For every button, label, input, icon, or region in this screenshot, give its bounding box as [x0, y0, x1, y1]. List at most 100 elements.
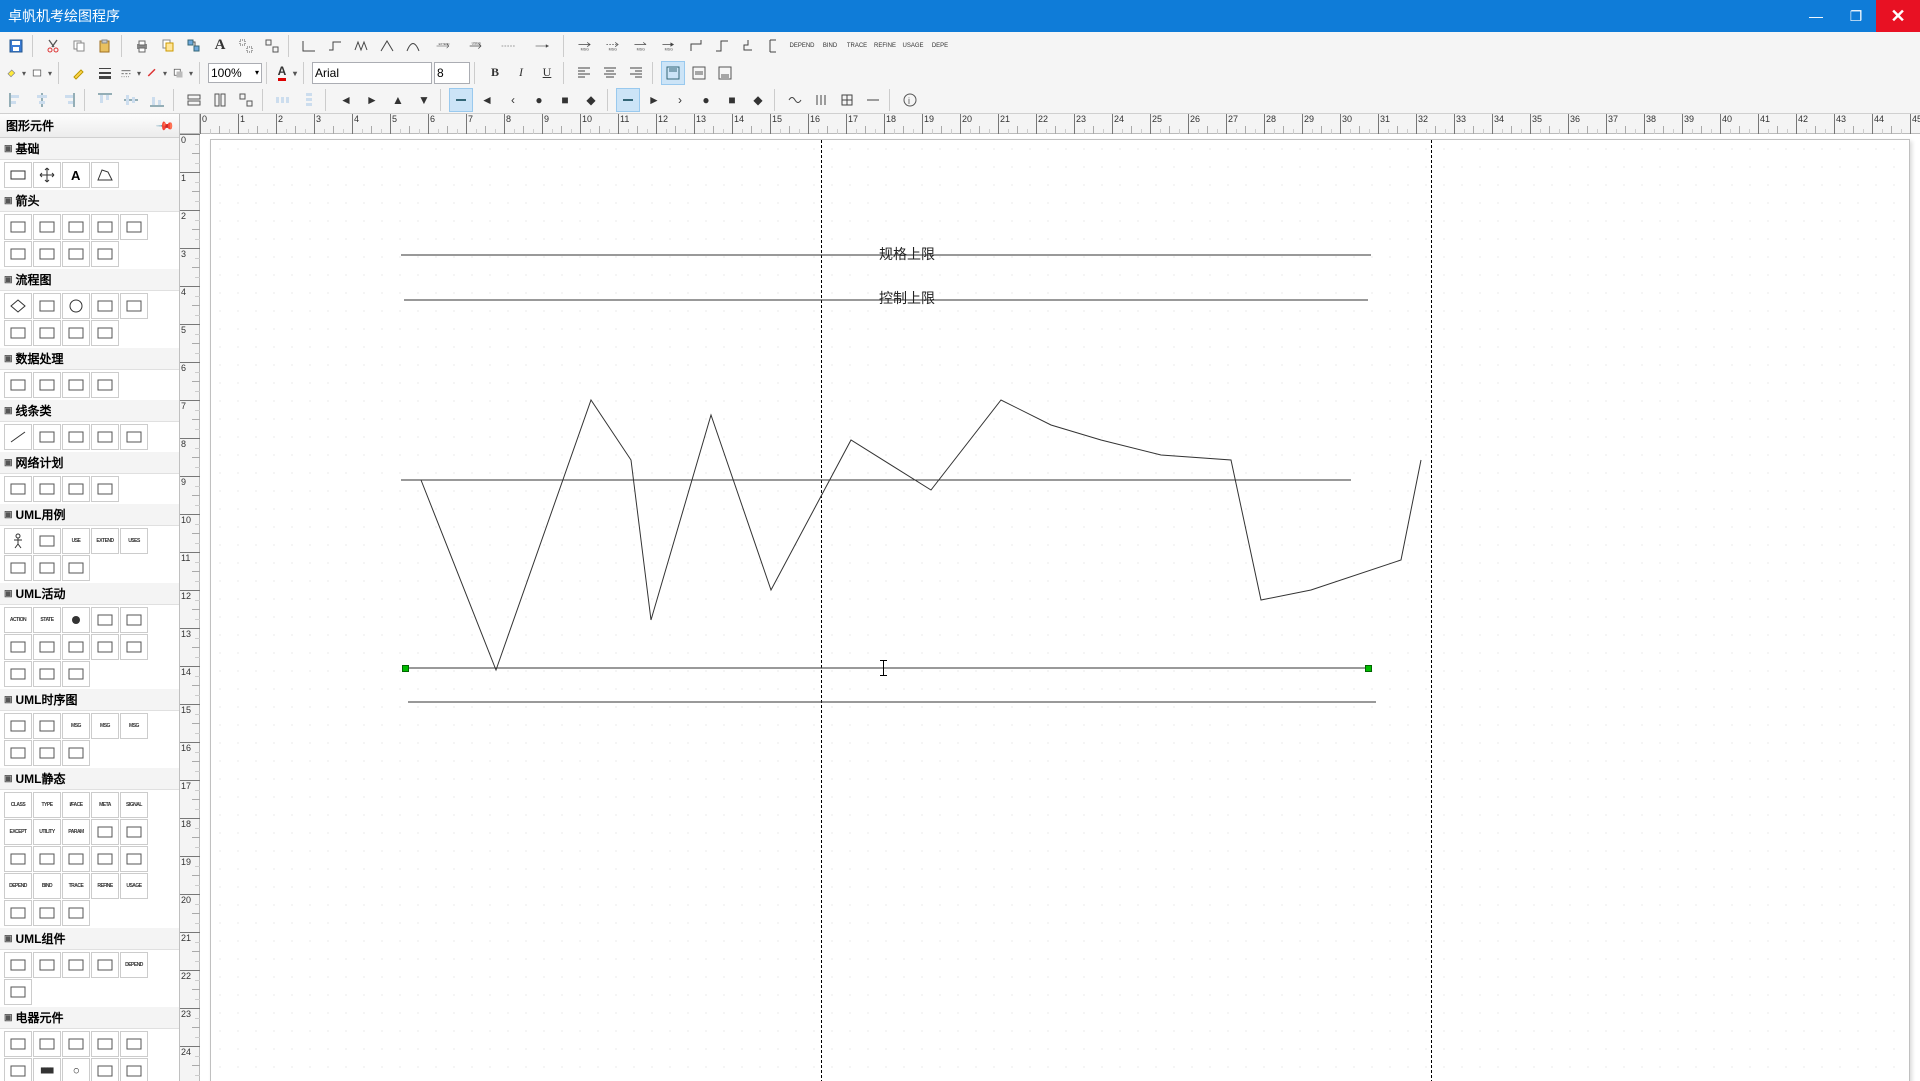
shape-d1[interactable] [91, 846, 119, 872]
shape-dep2[interactable]: DEPEND [120, 952, 148, 978]
shape-rect[interactable] [4, 162, 32, 188]
shape-gate[interactable] [91, 1031, 119, 1057]
bold-icon[interactable]: B [483, 61, 507, 85]
ungroup-icon[interactable] [260, 34, 284, 58]
dist-h-icon[interactable] [271, 88, 295, 112]
shadow-icon[interactable] [171, 61, 195, 85]
shape-grid3[interactable] [62, 476, 90, 502]
shape-arc[interactable] [91, 424, 119, 450]
line-step-icon[interactable] [323, 34, 347, 58]
same-size-icon[interactable] [234, 88, 258, 112]
shape-obj[interactable] [33, 713, 61, 739]
shape-ground[interactable] [120, 1058, 148, 1081]
sidebar-group-head[interactable]: UML静态 [0, 768, 179, 790]
shape-split[interactable] [120, 607, 148, 633]
shape-rect2[interactable] [33, 293, 61, 319]
highlighter-icon[interactable] [67, 61, 91, 85]
shape-text[interactable]: A [62, 162, 90, 188]
shape-db[interactable] [62, 320, 90, 346]
shape-extend[interactable]: EXTEND [91, 528, 119, 554]
shape-dia[interactable] [4, 661, 32, 687]
start-arrow-icon[interactable]: ◄ [475, 88, 499, 112]
obj-align-bot-icon[interactable] [145, 88, 169, 112]
shape-fuse[interactable]: ████ [33, 1058, 61, 1081]
underline-icon[interactable]: U [535, 61, 559, 85]
cut-icon[interactable] [41, 34, 65, 58]
sidebar-group-head[interactable]: UML用例 [0, 504, 179, 526]
save-icon[interactable] [4, 34, 28, 58]
duplicate-icon[interactable] [182, 34, 206, 58]
shape-style-icon[interactable] [30, 61, 54, 85]
shape-bent[interactable] [62, 846, 90, 872]
nudge-down-icon[interactable]: ▼ [412, 88, 436, 112]
connector-bars-icon[interactable] [809, 88, 833, 112]
obj-align-top-icon[interactable] [93, 88, 117, 112]
obj-align-left-icon[interactable] [4, 88, 28, 112]
shape-uses[interactable]: USES [120, 528, 148, 554]
line-zig-icon[interactable] [349, 34, 373, 58]
arr-msg1-icon[interactable]: MSG [572, 34, 598, 58]
arr-msg2-icon[interactable]: MSG [600, 34, 626, 58]
shape-join[interactable] [33, 661, 61, 687]
shape-arr-both[interactable] [91, 214, 119, 240]
shape-signal[interactable]: SIGNAL [120, 792, 148, 818]
line-arc-icon[interactable] [401, 34, 425, 58]
shape-dot[interactable] [62, 607, 90, 633]
shape-grid2[interactable] [33, 476, 61, 502]
fill-color-icon[interactable] [4, 61, 28, 85]
shape-except[interactable]: EXCEPT [4, 819, 32, 845]
dist-v-icon[interactable] [297, 88, 321, 112]
pin-icon[interactable]: 📌 [155, 115, 175, 135]
shape-ll[interactable] [4, 713, 32, 739]
arr-msg3-icon[interactable]: MSG [628, 34, 654, 58]
paste-icon[interactable] [93, 34, 117, 58]
txt-depe-icon[interactable]: DEPE [928, 34, 952, 58]
shape-arrow[interactable] [91, 634, 119, 660]
line-color-icon[interactable] [145, 61, 169, 85]
start-none-icon[interactable] [449, 88, 473, 112]
sidebar-group-head[interactable]: 数据处理 [0, 348, 179, 370]
shape-folder[interactable] [33, 528, 61, 554]
shape-branch[interactable] [62, 634, 90, 660]
drawing-page[interactable]: 规格上限 控制上限 [210, 139, 1910, 1081]
shape-msg3[interactable]: MSG [120, 713, 148, 739]
shape-dot2[interactable] [91, 607, 119, 633]
info-icon[interactable]: i [898, 88, 922, 112]
canvas-area[interactable]: 0123456789101112131415161718192021222324… [180, 114, 1920, 1081]
shape-rect3[interactable] [91, 819, 119, 845]
txt-refine-icon[interactable]: REFINE [872, 34, 898, 58]
shape-arr-curve[interactable] [62, 241, 90, 267]
copy-icon[interactable] [67, 34, 91, 58]
sidebar-group-head[interactable]: UML组件 [0, 928, 179, 950]
close-button[interactable]: ✕ [1876, 0, 1920, 32]
shape-cap[interactable] [33, 1031, 61, 1057]
shape-arr-lr[interactable] [33, 214, 61, 240]
shape-dp3[interactable] [62, 372, 90, 398]
sidebar-group-head[interactable]: 箭头 [0, 190, 179, 212]
txt-usage-icon[interactable]: USAGE [900, 34, 926, 58]
shape-pkg2[interactable] [33, 900, 61, 926]
sidebar-group-head[interactable]: 网络计划 [0, 452, 179, 474]
shape-doc[interactable] [120, 293, 148, 319]
shape-tri[interactable] [62, 424, 90, 450]
shape-diode[interactable] [62, 1031, 90, 1057]
shape-brace[interactable] [91, 476, 119, 502]
copy-format-icon[interactable] [156, 34, 180, 58]
shape-arr-r[interactable] [4, 214, 32, 240]
shape-arr-ul[interactable] [33, 241, 61, 267]
shape-usage[interactable]: USAGE [120, 873, 148, 899]
shape-bl2[interactable] [62, 740, 90, 766]
obj-align-mid-icon[interactable] [119, 88, 143, 112]
line-dash-style-icon[interactable] [119, 61, 143, 85]
shape-arr-up[interactable] [4, 241, 32, 267]
maximize-button[interactable]: ❐ [1836, 0, 1876, 32]
sidebar-group-head[interactable]: UML时序图 [0, 689, 179, 711]
arr-msg4-icon[interactable]: MSG [656, 34, 682, 58]
sidebar-group-head[interactable]: 流程图 [0, 269, 179, 291]
end-none-icon[interactable] [616, 88, 640, 112]
shape-rect4[interactable] [120, 819, 148, 845]
shape-wave[interactable] [120, 424, 148, 450]
shape-state[interactable]: STATE [33, 607, 61, 633]
align-center-icon[interactable] [598, 61, 622, 85]
shape-msg1[interactable]: MSG [62, 713, 90, 739]
